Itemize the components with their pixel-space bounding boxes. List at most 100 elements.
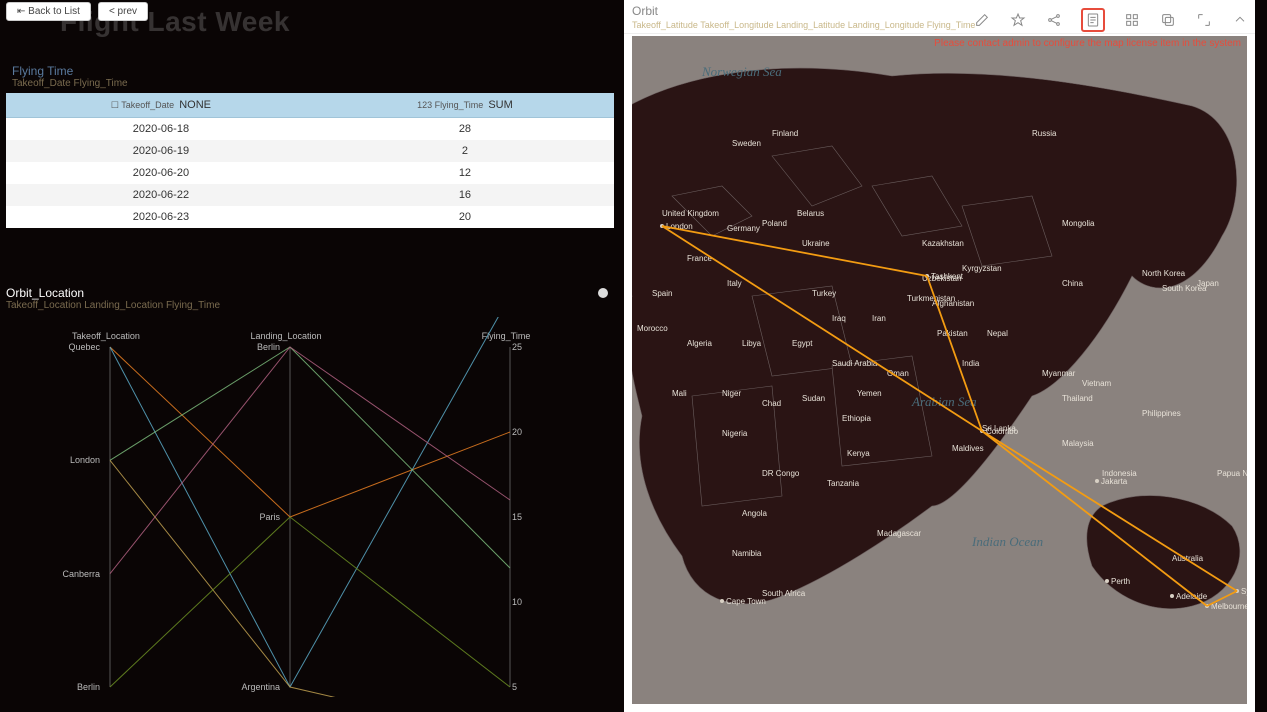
svg-text:Finland: Finland bbox=[772, 129, 798, 138]
svg-text:Russia: Russia bbox=[1032, 129, 1057, 138]
svg-text:Egypt: Egypt bbox=[792, 339, 813, 348]
panel-options-icon[interactable] bbox=[598, 288, 608, 298]
svg-text:Pakistan: Pakistan bbox=[937, 329, 968, 338]
table-row[interactable]: 2020-06-2320 bbox=[6, 206, 614, 228]
orbit-header: Orbit Takeoff_Latitude Takeoff_Longitude… bbox=[624, 0, 1255, 34]
svg-text:Spain: Spain bbox=[652, 289, 672, 298]
cell-val: 2 bbox=[316, 140, 614, 162]
svg-text:Kyrgyzstan: Kyrgyzstan bbox=[962, 264, 1002, 273]
col1-icon-label: ☐ Takeoff_Date bbox=[111, 100, 174, 110]
col2-icon-label: 123 Flying_Time bbox=[417, 100, 483, 110]
svg-text:Angola: Angola bbox=[742, 509, 767, 518]
grid-icon[interactable] bbox=[1123, 11, 1141, 29]
svg-text:Madagascar: Madagascar bbox=[877, 529, 921, 538]
edit-icon[interactable] bbox=[973, 11, 991, 29]
cell-val: 16 bbox=[316, 184, 614, 206]
svg-text:Niger: Niger bbox=[722, 389, 741, 398]
cell-val: 20 bbox=[316, 206, 614, 228]
left-panel: ⇤ Back to List < prev Flight Last Week F… bbox=[0, 0, 620, 712]
cell-val: 12 bbox=[316, 162, 614, 184]
svg-text:Chad: Chad bbox=[762, 399, 781, 408]
svg-text:Mali: Mali bbox=[672, 389, 687, 398]
col-flying-time[interactable]: 123 Flying_Time SUM bbox=[316, 93, 614, 118]
svg-text:Melbourne: Melbourne bbox=[1211, 602, 1247, 611]
svg-text:Thailand: Thailand bbox=[1062, 394, 1093, 403]
svg-text:Libya: Libya bbox=[742, 339, 762, 348]
table-row[interactable]: 2020-06-1828 bbox=[6, 118, 614, 141]
svg-text:Myanmar: Myanmar bbox=[1042, 369, 1076, 378]
svg-text:Iraq: Iraq bbox=[832, 314, 846, 323]
flying-time-table: ☐ Takeoff_Date NONE 123 Flying_Time SUM … bbox=[6, 93, 614, 228]
map-error-text: Please contact admin to configure the ma… bbox=[934, 38, 1241, 49]
orbit-location-sub: Takeoff_Location Landing_Location Flying… bbox=[6, 300, 220, 311]
svg-text:South Africa: South Africa bbox=[762, 589, 806, 598]
svg-text:Sudan: Sudan bbox=[802, 394, 825, 403]
svg-text:Jakarta: Jakarta bbox=[1101, 477, 1128, 486]
svg-text:Namibia: Namibia bbox=[732, 549, 762, 558]
col-takeoff-date[interactable]: ☐ Takeoff_Date NONE bbox=[6, 93, 316, 118]
back-to-list-button[interactable]: ⇤ Back to List bbox=[6, 2, 91, 21]
svg-text:Ethiopia: Ethiopia bbox=[842, 414, 871, 423]
cell-date: 2020-06-20 bbox=[6, 162, 316, 184]
svg-text:Perth: Perth bbox=[1111, 577, 1130, 586]
svg-text:United Kingdom: United Kingdom bbox=[662, 209, 719, 218]
svg-text:Malaysia: Malaysia bbox=[1062, 439, 1094, 448]
table-row[interactable]: 2020-06-2012 bbox=[6, 162, 614, 184]
table-row[interactable]: 2020-06-2216 bbox=[6, 184, 614, 206]
svg-text:Poland: Poland bbox=[762, 219, 787, 228]
expand-icon[interactable] bbox=[1195, 11, 1213, 29]
svg-text:Indian Ocean: Indian Ocean bbox=[971, 534, 1043, 549]
orbit-location-panel: Orbit_Location Takeoff_Location Landing_… bbox=[6, 286, 614, 706]
copy-icon[interactable] bbox=[1159, 11, 1177, 29]
svg-text:DR Congo: DR Congo bbox=[762, 469, 800, 478]
note-icon[interactable] bbox=[1081, 8, 1105, 32]
svg-text:Kenya: Kenya bbox=[847, 449, 870, 458]
star-icon[interactable] bbox=[1009, 11, 1027, 29]
orbit-map-panel: Orbit Takeoff_Latitude Takeoff_Longitude… bbox=[624, 0, 1255, 712]
world-map-svg: Norwegian Sea Sweden Finland Russia United K… bbox=[632, 36, 1247, 704]
table-header-row: ☐ Takeoff_Date NONE 123 Flying_Time SUM bbox=[6, 93, 614, 118]
svg-text:Turkey: Turkey bbox=[812, 289, 836, 298]
svg-text:Nepal: Nepal bbox=[987, 329, 1008, 338]
back-label: Back to List bbox=[28, 6, 80, 17]
svg-text:Norwegian Sea: Norwegian Sea bbox=[701, 64, 782, 79]
svg-text:Tashkent: Tashkent bbox=[931, 272, 964, 281]
svg-text:Maldives: Maldives bbox=[952, 444, 984, 453]
svg-text:Sweden: Sweden bbox=[732, 139, 761, 148]
svg-text:India: India bbox=[962, 359, 980, 368]
svg-text:Kazakhstan: Kazakhstan bbox=[922, 239, 964, 248]
svg-text:Sydney: Sydney bbox=[1241, 587, 1247, 596]
svg-text:Germany: Germany bbox=[727, 224, 760, 233]
prev-button[interactable]: < prev bbox=[98, 2, 148, 21]
orbit-sub: Takeoff_Latitude Takeoff_Longitude Landi… bbox=[632, 20, 975, 30]
orbit-title: Orbit bbox=[632, 4, 658, 18]
cell-date: 2020-06-23 bbox=[6, 206, 316, 228]
map-canvas[interactable]: Please contact admin to configure the ma… bbox=[632, 36, 1247, 704]
col1-agg: NONE bbox=[179, 99, 211, 111]
cell-date: 2020-06-18 bbox=[6, 118, 316, 141]
svg-text:North Korea: North Korea bbox=[1142, 269, 1186, 278]
svg-text:Ukraine: Ukraine bbox=[802, 239, 830, 248]
svg-text:Mongolia: Mongolia bbox=[1062, 219, 1095, 228]
svg-text:Colombo: Colombo bbox=[986, 427, 1019, 436]
table-row[interactable]: 2020-06-192 bbox=[6, 140, 614, 162]
svg-text:Cape Town: Cape Town bbox=[726, 597, 766, 606]
orbit-toolbar bbox=[973, 8, 1249, 32]
orbit-location-title: Orbit_Location bbox=[6, 286, 220, 300]
svg-text:China: China bbox=[1062, 279, 1083, 288]
collapse-icon[interactable] bbox=[1231, 11, 1249, 29]
flying-time-title: Flying Time bbox=[6, 62, 614, 78]
cell-date: 2020-06-19 bbox=[6, 140, 316, 162]
svg-text:Iran: Iran bbox=[872, 314, 886, 323]
svg-text:Italy: Italy bbox=[727, 279, 742, 288]
share-icon[interactable] bbox=[1045, 11, 1063, 29]
topbar: ⇤ Back to List < prev bbox=[6, 2, 152, 21]
svg-text:Vietnam: Vietnam bbox=[1082, 379, 1112, 388]
flying-time-panel: Flying Time Takeoff_Date Flying_Time ☐ T… bbox=[6, 62, 614, 228]
cell-val: 28 bbox=[316, 118, 614, 141]
cell-date: 2020-06-22 bbox=[6, 184, 316, 206]
parallel-coords-chart[interactable]: Takeoff_LocationQuebecLondonCanberraBerl… bbox=[6, 317, 614, 697]
svg-text:Australia: Australia bbox=[1172, 554, 1204, 563]
svg-text:Tanzania: Tanzania bbox=[827, 479, 860, 488]
svg-text:Algeria: Algeria bbox=[687, 339, 712, 348]
